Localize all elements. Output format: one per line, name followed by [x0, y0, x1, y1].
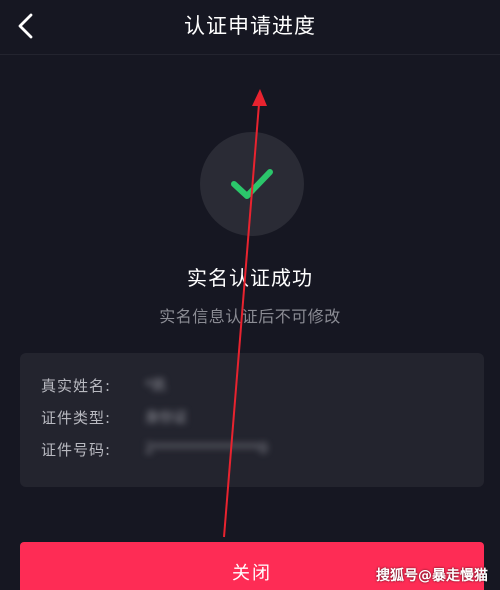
info-row-id-number: 证件号码: 2***************0	[41, 437, 268, 461]
checkmark-icon	[231, 169, 273, 199]
status-title: 实名认证成功	[187, 266, 313, 290]
info-label: 证件号码:	[41, 440, 112, 459]
watermark: 搜狐号@暴走慢猫	[376, 568, 488, 584]
status-subtitle: 实名信息认证后不可修改	[159, 307, 341, 326]
arrow-head-icon	[252, 89, 267, 106]
info-value-blurred: 身份证	[145, 410, 187, 426]
page-title: 认证申请进度	[184, 14, 316, 38]
info-label: 真实姓名:	[41, 376, 112, 395]
close-button-label: 关闭	[232, 563, 272, 584]
info-value-blurred: *凯	[145, 378, 166, 394]
verification-info-card: 真实姓名: *凯 证件类型: 身份证 证件号码: 2**************…	[20, 353, 484, 487]
header-bar: 认证申请进度	[0, 0, 500, 55]
info-label: 证件类型:	[41, 408, 112, 427]
info-row-id-type: 证件类型: 身份证	[41, 405, 187, 429]
info-value-blurred: 2***************0	[145, 441, 268, 457]
success-icon-badge	[200, 132, 304, 236]
app-screen: 认证申请进度 实名认证成功 实名信息认证后不可修改 真实姓名: *凯 证件类型:…	[0, 0, 500, 590]
info-row-real-name: 真实姓名: *凯	[41, 373, 166, 397]
annotation-arrow	[223, 89, 267, 538]
